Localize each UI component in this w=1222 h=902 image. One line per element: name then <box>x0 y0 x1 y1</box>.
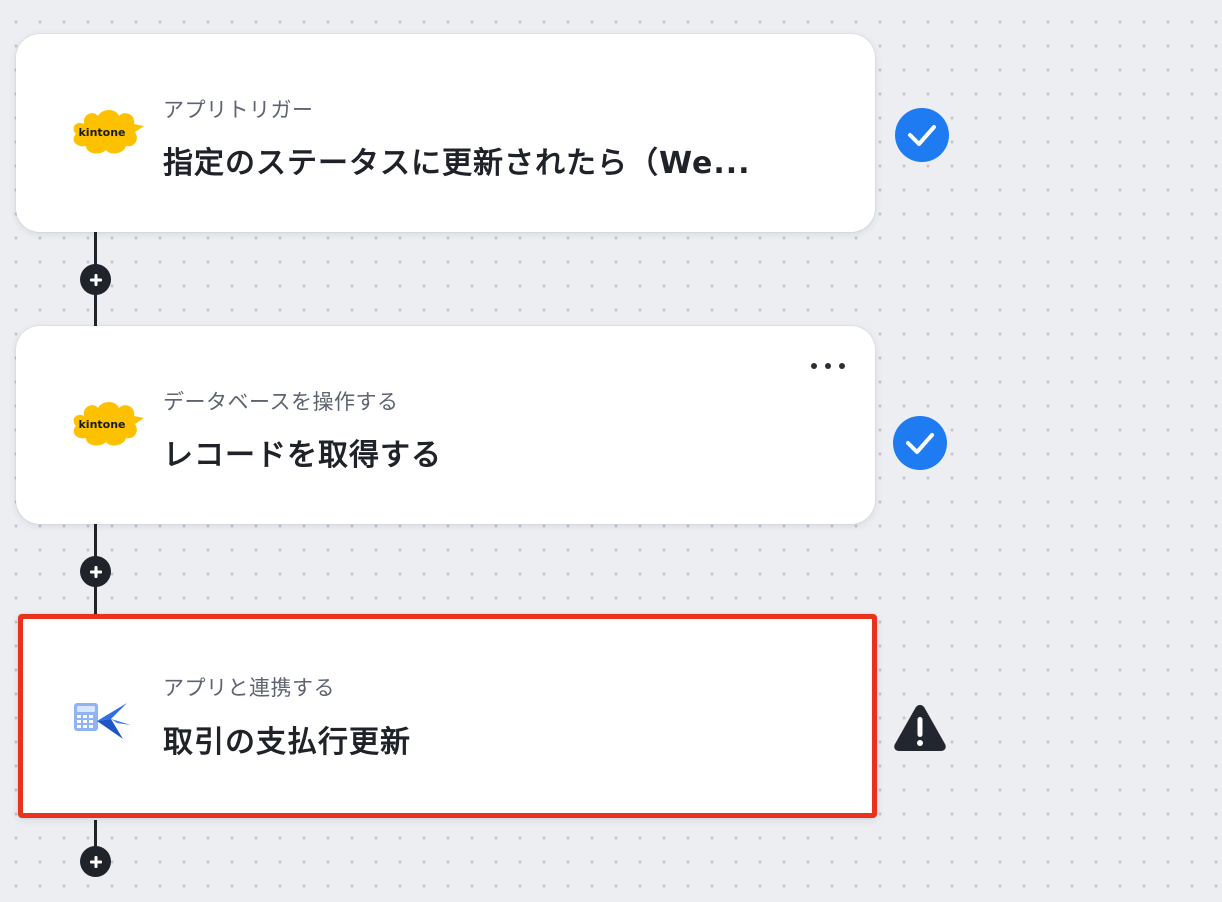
check-circle-icon <box>893 416 947 470</box>
step-title: レコードを取得する <box>163 438 442 473</box>
check-circle-icon <box>895 108 949 162</box>
add-step-button[interactable] <box>80 556 111 587</box>
kintone-logo-icon: kintone <box>73 402 144 446</box>
flow-step-trigger[interactable]: kintone アプリトリガー 指定のステータスに更新されたら（We... <box>16 34 875 232</box>
warning-triangle-icon <box>894 705 946 751</box>
step-kicker: データベースを操作する <box>163 390 399 414</box>
freee-app-icon <box>74 703 131 739</box>
step-kicker: アプリと連携する <box>163 676 335 700</box>
more-horizontal-icon[interactable] <box>811 356 845 376</box>
step-kicker: アプリトリガー <box>163 98 314 122</box>
flow-step-update-payment[interactable]: アプリと連携する 取引の支払行更新 <box>18 614 877 818</box>
step-title: 取引の支払行更新 <box>163 725 411 760</box>
svg-text:kintone: kintone <box>78 418 125 431</box>
kintone-logo-icon: kintone <box>73 110 144 154</box>
add-step-button[interactable] <box>80 846 111 877</box>
svg-text:kintone: kintone <box>78 126 125 139</box>
step-title: 指定のステータスに更新されたら（We... <box>163 146 751 181</box>
add-step-button[interactable] <box>80 264 111 295</box>
flow-step-get-record[interactable]: kintone データベースを操作する レコードを取得する <box>16 326 875 524</box>
